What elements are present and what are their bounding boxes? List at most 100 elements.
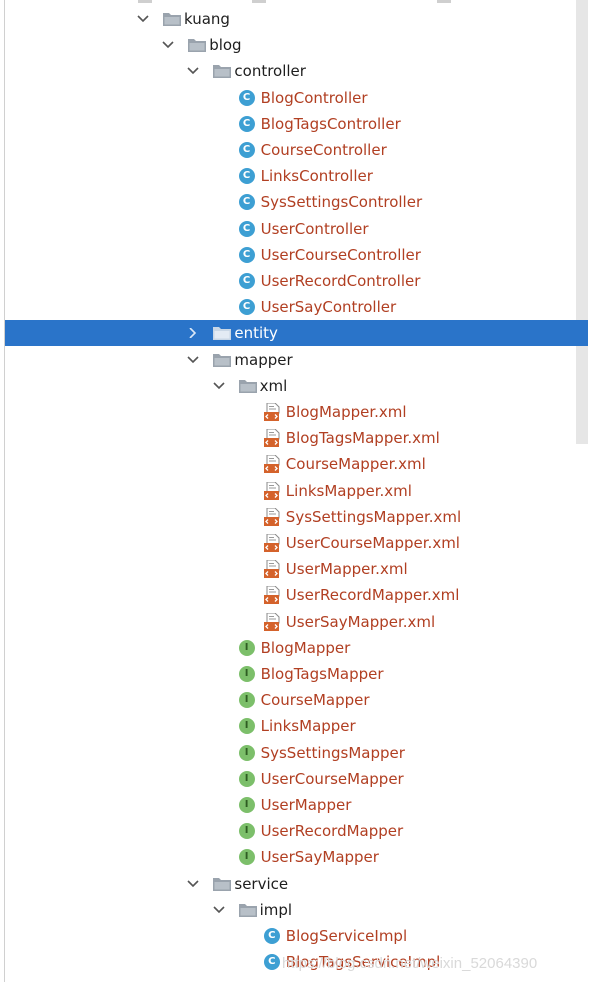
chevron-right-icon[interactable] bbox=[187, 324, 203, 342]
tree-row-blogtagscontroller[interactable]: C BlogTagsController bbox=[5, 111, 576, 137]
xml-file-icon bbox=[263, 612, 281, 631]
tree-row-usercoursemapper-xml[interactable]: UserCourseMapper.xml bbox=[5, 530, 576, 556]
java-class-icon: C bbox=[263, 928, 280, 944]
tree-row-label: UserCourseMapper.xml bbox=[285, 534, 460, 552]
folder-icon bbox=[213, 326, 232, 341]
tree-row-syssettingsmapper[interactable]: I SysSettingsMapper bbox=[5, 740, 576, 766]
tree-row-controller[interactable]: controller bbox=[5, 58, 576, 84]
java-class-icon: C bbox=[238, 299, 255, 316]
tree-row-blog[interactable]: blog bbox=[5, 32, 576, 58]
tree-row-kuang[interactable]: kuang bbox=[5, 6, 576, 32]
tree-row-label: blog bbox=[209, 36, 242, 55]
tree-row-label: UserCourseController bbox=[260, 245, 421, 264]
tree-row-label: LinksMapper.xml bbox=[285, 481, 412, 500]
java-interface-icon: I bbox=[238, 849, 255, 866]
java-class-icon: C bbox=[238, 220, 255, 237]
divider bbox=[437, 0, 451, 3]
tree-row-label: SysSettingsController bbox=[260, 193, 423, 212]
tree-row-service[interactable]: service bbox=[5, 871, 576, 897]
tree-row-blogtagsmapper[interactable]: I BlogTagsMapper bbox=[5, 661, 576, 687]
tree-row-coursecontroller[interactable]: C CourseController bbox=[5, 137, 576, 163]
tree-row-label: xml bbox=[259, 376, 288, 395]
folder-icon bbox=[238, 379, 257, 393]
tree-row-label: service bbox=[234, 874, 289, 893]
tree-row-label: SysSettingsMapper.xml bbox=[285, 507, 462, 526]
watermark: https://blog.csdn.net/weixin_52064390 bbox=[282, 955, 538, 972]
tree-row-blogcontroller[interactable]: C BlogController bbox=[5, 85, 576, 111]
tree-row-label: CourseController bbox=[260, 141, 387, 159]
tree-row-label: UserMapper.xml bbox=[285, 560, 408, 579]
tree-row-label: mapper bbox=[234, 350, 293, 369]
tree-row-blogtagsmapper-xml[interactable]: BlogTagsMapper.xml bbox=[5, 425, 576, 451]
tree-row-coursemapper-xml[interactable]: CourseMapper.xml bbox=[5, 451, 576, 477]
java-interface-icon: I bbox=[238, 692, 255, 709]
tree-row-label: BlogTagsMapper.xml bbox=[285, 429, 440, 448]
tree-row-entity[interactable]: entity bbox=[5, 320, 588, 347]
chevron-down-icon[interactable] bbox=[213, 901, 229, 919]
tree-row-coursemapper[interactable]: I CourseMapper bbox=[5, 687, 576, 713]
tree-row-blogserviceimpl[interactable]: C BlogServiceImpl bbox=[5, 923, 576, 949]
chevron-down-icon[interactable] bbox=[187, 62, 203, 80]
folder-icon bbox=[213, 353, 232, 367]
tree-row-label: UserRecordController bbox=[260, 272, 421, 290]
java-class-icon: C bbox=[238, 168, 255, 185]
tree-row-linkscontroller[interactable]: C LinksController bbox=[5, 163, 576, 189]
java-interface-icon: I bbox=[238, 797, 255, 813]
chevron-down-icon[interactable] bbox=[137, 10, 153, 28]
tree-row-xml[interactable]: xml bbox=[5, 373, 576, 399]
tree-row-label: UserSayController bbox=[260, 298, 397, 317]
tree-row-linksmapper[interactable]: I LinksMapper bbox=[5, 713, 576, 739]
tree-row-label: UserRecordMapper bbox=[260, 822, 404, 841]
tree-row-usermapper-xml[interactable]: UserMapper.xml bbox=[5, 556, 576, 582]
tree-row-mapper[interactable]: mapper bbox=[5, 347, 576, 373]
tree-row-linksmapper-xml[interactable]: LinksMapper.xml bbox=[5, 478, 576, 504]
chevron-down-icon[interactable] bbox=[213, 377, 229, 395]
tree-row-label: BlogTagsMapper bbox=[260, 665, 384, 683]
tree-row-userrecordmapper[interactable]: I UserRecordMapper bbox=[5, 818, 576, 844]
chevron-down-icon[interactable] bbox=[187, 351, 203, 369]
tree-row-usersaycontroller[interactable]: C UserSayController bbox=[5, 294, 576, 320]
tree-row-usersaymapper-xml[interactable]: UserSayMapper.xml bbox=[5, 609, 576, 635]
tree-row-label: BlogMapper bbox=[260, 638, 351, 657]
tree-row-userrecordcontroller[interactable]: C UserRecordController bbox=[5, 268, 576, 294]
java-interface-icon: I bbox=[238, 639, 255, 656]
tree-row-label: SysSettingsMapper bbox=[260, 743, 405, 762]
tree-row-usersaymapper[interactable]: I UserSayMapper bbox=[5, 844, 576, 870]
tree-row-usercoursemapper[interactable]: I UserCourseMapper bbox=[5, 766, 576, 792]
xml-file-icon bbox=[263, 559, 281, 579]
tree-row-usercontroller[interactable]: C UserController bbox=[5, 216, 576, 242]
tree-row-label: UserCourseMapper bbox=[260, 769, 404, 788]
java-interface-icon: I bbox=[238, 744, 255, 761]
java-interface-icon: I bbox=[238, 718, 255, 735]
tree-row-blogmapper-xml[interactable]: BlogMapper.xml bbox=[5, 399, 576, 425]
java-class-icon: C bbox=[238, 273, 255, 289]
java-interface-icon: I bbox=[238, 666, 255, 682]
java-class-icon: C bbox=[238, 142, 255, 158]
tree-row-label: CourseMapper.xml bbox=[285, 455, 426, 474]
tree-row-impl[interactable]: impl bbox=[5, 897, 576, 923]
xml-file-icon bbox=[263, 402, 281, 421]
tree-row-label: UserSayMapper bbox=[260, 848, 379, 867]
tree-row-label: LinksMapper bbox=[260, 717, 356, 736]
tree-row-syssettingscontroller[interactable]: C SysSettingsController bbox=[5, 189, 576, 215]
java-interface-icon: I bbox=[238, 770, 255, 787]
java-class-icon: C bbox=[263, 954, 280, 971]
tree-row-label: BlogController bbox=[260, 88, 368, 107]
tree-row-blogmapper[interactable]: I BlogMapper bbox=[5, 635, 576, 661]
tree-row-label: entity bbox=[234, 324, 278, 343]
chevron-down-icon[interactable] bbox=[162, 36, 178, 54]
tree-row-userrecordmapper-xml[interactable]: UserRecordMapper.xml bbox=[5, 582, 576, 608]
tree-row-label: UserController bbox=[260, 219, 369, 238]
chevron-down-icon[interactable] bbox=[187, 875, 203, 893]
tree-row-label: UserSayMapper.xml bbox=[285, 612, 436, 631]
tree-row-label: UserRecordMapper.xml bbox=[285, 586, 460, 605]
project-tree: kuang blog controller C BlogController C BlogT… bbox=[0, 0, 591, 982]
java-class-icon: C bbox=[238, 89, 255, 106]
tree-row-usermapper[interactable]: I UserMapper bbox=[5, 792, 576, 818]
folder-icon bbox=[163, 12, 181, 26]
java-class-icon: C bbox=[238, 246, 255, 263]
vertical-scrollbar[interactable] bbox=[576, 0, 588, 444]
xml-file-icon bbox=[263, 481, 281, 500]
tree-row-syssettingsmapper-xml[interactable]: SysSettingsMapper.xml bbox=[5, 504, 576, 530]
tree-row-usercoursecontroller[interactable]: C UserCourseController bbox=[5, 242, 576, 268]
